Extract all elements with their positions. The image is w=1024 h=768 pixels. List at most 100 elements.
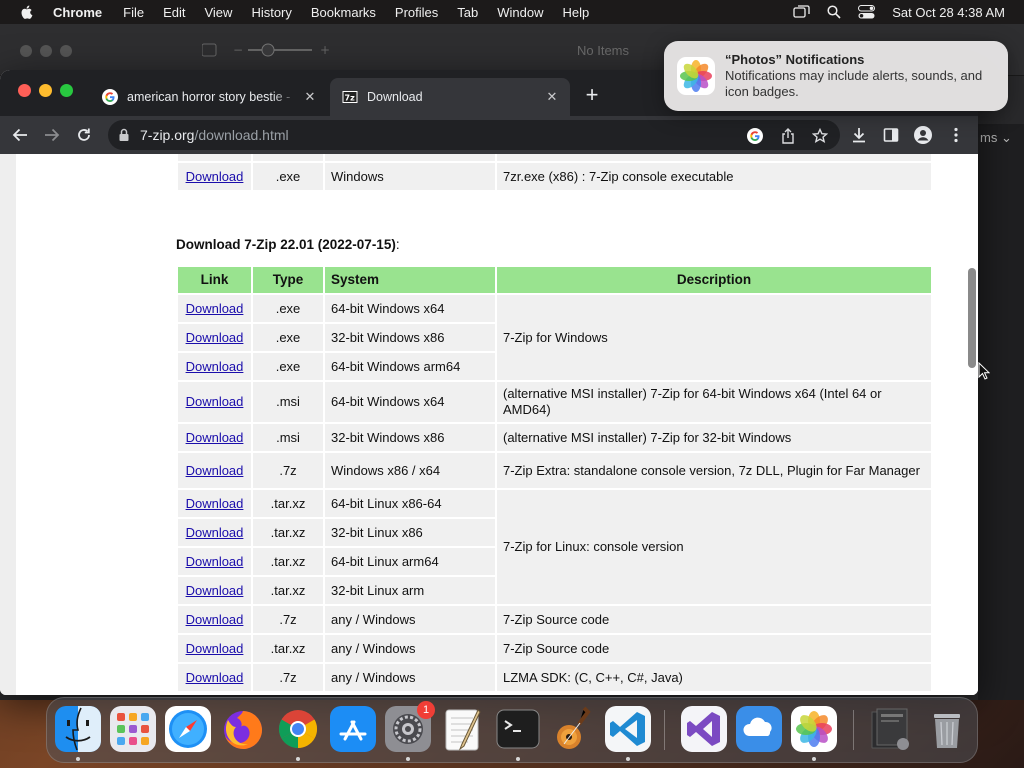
- app-store-icon[interactable]: [330, 706, 376, 752]
- downloads-icon[interactable]: [849, 125, 869, 145]
- address-url[interactable]: 7-zip.org/download.html: [140, 127, 289, 143]
- description: (alternative MSI installer) 7-Zip for 32…: [497, 424, 931, 451]
- vscode-icon[interactable]: [605, 706, 651, 752]
- minimize-window-button[interactable]: [39, 84, 52, 97]
- address-bar[interactable]: 7-zip.org/download.html: [108, 120, 840, 150]
- spotlight-search-icon[interactable]: [827, 5, 841, 19]
- menu-app-name[interactable]: Chrome: [53, 5, 102, 20]
- download-link[interactable]: Download: [186, 169, 244, 184]
- tab-close-icon[interactable]: ✕: [298, 89, 322, 105]
- photos-notification[interactable]: “Photos” Notifications Notifications may…: [664, 41, 1008, 111]
- scrollbar-thumb[interactable]: [968, 268, 976, 368]
- running-indicator: [812, 757, 816, 761]
- table-row: Download .exe Windows 7zr.exe (x86) : 7-…: [178, 163, 931, 190]
- download-link[interactable]: Download: [186, 583, 244, 598]
- system-label: 32-bit Windows x86: [325, 424, 495, 451]
- launchpad-icon[interactable]: [110, 706, 156, 752]
- apple-menu-icon[interactable]: [19, 4, 35, 20]
- share-icon[interactable]: [779, 127, 797, 145]
- header-link: Link: [178, 267, 251, 293]
- download-table-22-01: Link Type System Description Download .e…: [176, 265, 933, 693]
- more-menu-icon[interactable]: [946, 125, 966, 145]
- description: (alternative MSI installer) 7-Zip for 64…: [497, 382, 931, 422]
- background-window-dropdown-label[interactable]: ms ⌄: [980, 130, 1012, 146]
- download-link[interactable]: Download: [186, 641, 244, 656]
- visual-studio-icon[interactable]: [681, 706, 727, 752]
- system-label: 64-bit Windows x64: [325, 382, 495, 422]
- trash-icon[interactable]: [924, 706, 970, 752]
- control-center-icon[interactable]: [858, 5, 876, 19]
- description: 7-Zip Extra: standalone console version,…: [497, 453, 931, 488]
- download-link[interactable]: Download: [186, 496, 244, 511]
- system-label: Windows x86 / x64: [325, 453, 495, 488]
- side-panel-icon[interactable]: [881, 125, 901, 145]
- system-label: 32-bit Linux x86: [325, 519, 495, 546]
- firefox-icon[interactable]: [220, 706, 266, 752]
- back-arrow-icon[interactable]: [9, 124, 31, 146]
- table-row: Download .7z any / Windows 7-Zip Source …: [178, 606, 931, 633]
- file-type: .7z: [253, 664, 323, 691]
- menu-edit[interactable]: Edit: [163, 5, 185, 20]
- notification-body: Notifications may include alerts, sounds…: [725, 68, 983, 99]
- download-link[interactable]: Download: [186, 154, 244, 155]
- tab-download[interactable]: 7z Download ✕: [330, 78, 570, 116]
- menubar-clock[interactable]: Sat Oct 28 4:38 AM: [892, 5, 1005, 20]
- lock-icon[interactable]: [118, 128, 130, 145]
- finder-icon[interactable]: [55, 706, 101, 752]
- menu-bookmarks[interactable]: Bookmarks: [311, 5, 376, 20]
- running-indicator: [406, 757, 410, 761]
- icloud-icon[interactable]: [736, 706, 782, 752]
- page-body: Download Download .exe Windows 7zr.exe (…: [16, 154, 966, 695]
- background-zoom-slider[interactable]: − +: [201, 41, 332, 59]
- menu-view[interactable]: View: [204, 5, 232, 20]
- menu-tab[interactable]: Tab: [457, 5, 478, 20]
- download-link[interactable]: Download: [186, 330, 244, 345]
- download-link[interactable]: Download: [186, 301, 244, 316]
- download-link[interactable]: Download: [186, 430, 244, 445]
- download-link[interactable]: Download: [186, 463, 244, 478]
- download-link[interactable]: Download: [186, 359, 244, 374]
- download-link[interactable]: Download: [186, 554, 244, 569]
- chrome-icon[interactable]: [275, 706, 321, 752]
- description: 7-Zip Source code: [497, 635, 931, 662]
- fullscreen-window-button[interactable]: [60, 84, 73, 97]
- description: 7-Zip Source code: [497, 606, 931, 633]
- page-scrollbar[interactable]: [966, 154, 978, 695]
- page-content: Download Download .exe Windows 7zr.exe (…: [156, 154, 950, 695]
- file-type: .tar.xz: [253, 548, 323, 575]
- system-label: any / Windows: [325, 606, 495, 633]
- chrome-window: american horror story bestie - ✕ 7z Down…: [0, 70, 978, 695]
- menu-profiles[interactable]: Profiles: [395, 5, 438, 20]
- download-link[interactable]: Download: [186, 525, 244, 540]
- menu-window[interactable]: Window: [497, 5, 543, 20]
- google-lens-icon[interactable]: [746, 127, 764, 145]
- menu-history[interactable]: History: [251, 5, 291, 20]
- description: LZMA SDK: (C, C++, C#, Java): [497, 664, 931, 691]
- download-link[interactable]: Download: [186, 394, 244, 409]
- close-window-button[interactable]: [18, 84, 31, 97]
- menu-help[interactable]: Help: [563, 5, 590, 20]
- downloads-stack-icon[interactable]: [869, 706, 915, 752]
- screen-mirroring-icon[interactable]: [793, 5, 810, 19]
- forward-arrow-icon[interactable]: [41, 124, 63, 146]
- bookmark-star-icon[interactable]: [811, 127, 829, 145]
- terminal-icon[interactable]: [495, 706, 541, 752]
- running-indicator: [626, 757, 630, 761]
- download-link[interactable]: Download: [186, 670, 244, 685]
- photos-icon[interactable]: [791, 706, 837, 752]
- dock-separator: [853, 710, 854, 750]
- textedit-icon[interactable]: [440, 706, 486, 752]
- description: 7-Zip for Windows: [497, 295, 931, 380]
- reload-icon[interactable]: [73, 124, 95, 146]
- file-type: .exe: [253, 163, 323, 190]
- profile-avatar-icon[interactable]: [913, 125, 933, 145]
- tab-american-horror-story[interactable]: american horror story bestie - ✕: [90, 78, 328, 116]
- new-tab-button[interactable]: +: [581, 82, 603, 108]
- menu-file[interactable]: File: [123, 5, 144, 20]
- garageband-icon[interactable]: [550, 706, 596, 752]
- running-indicator: [76, 757, 80, 761]
- safari-icon[interactable]: [165, 706, 211, 752]
- previous-downloads-table: Download Download .exe Windows 7zr.exe (…: [176, 154, 933, 192]
- tab-close-icon[interactable]: ✕: [540, 89, 564, 105]
- download-link[interactable]: Download: [186, 612, 244, 627]
